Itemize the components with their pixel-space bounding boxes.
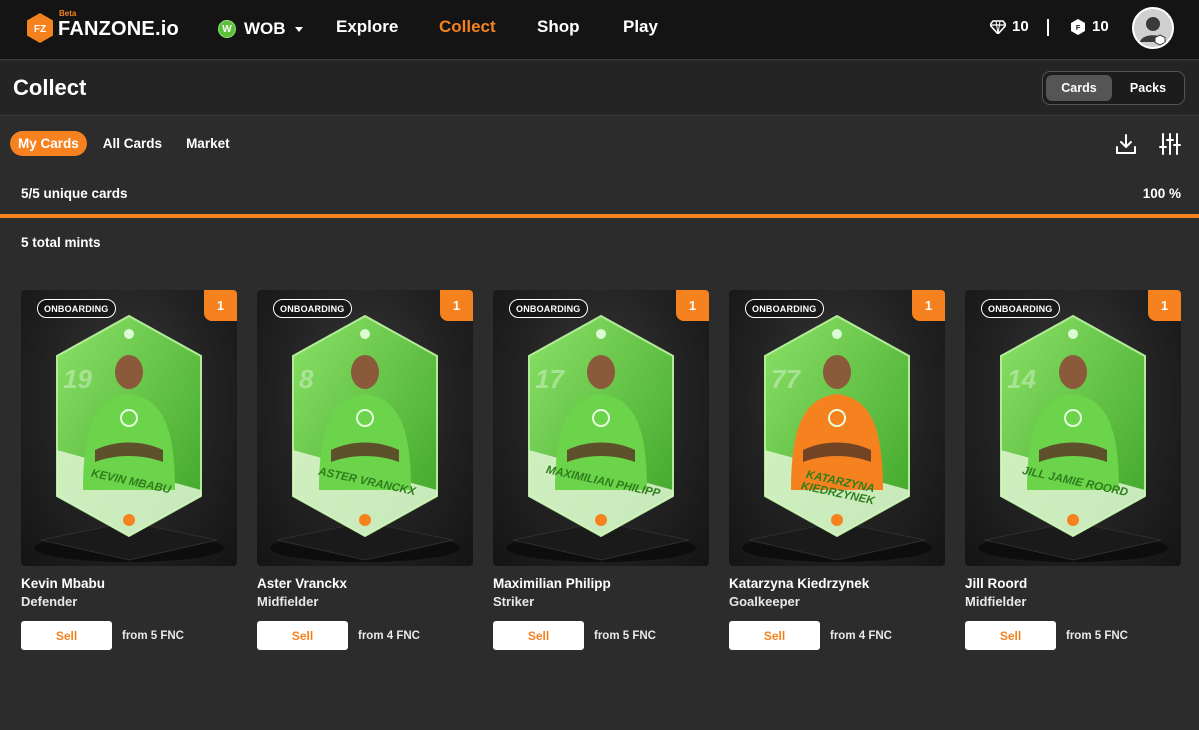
player-card: ONBOARDING 1 14 JILL JAMIE ROORD Jill Ro…	[965, 290, 1181, 650]
sell-row: Sell from 4 FNC	[257, 621, 473, 650]
tab-market[interactable]: Market	[178, 131, 238, 156]
jersey-number: 17	[535, 364, 564, 394]
player-card-art	[742, 314, 932, 562]
card-artwork[interactable]: ONBOARDING 1 17 MAXIMILIAN PHILIPP	[493, 290, 709, 566]
logo-text: FANZONE.io	[58, 18, 179, 40]
card-filter-tabs: My Cards All Cards Market	[10, 131, 238, 156]
sell-button[interactable]: Sell	[493, 621, 584, 650]
player-card-art	[506, 314, 696, 562]
unique-cards-label: 5/5 unique cards	[21, 186, 128, 201]
onboarding-badge: ONBOARDING	[273, 299, 352, 318]
player-card: ONBOARDING 1 19 KEVIN MBABU Kevin Mbabu …	[21, 290, 237, 650]
card-grid: ONBOARDING 1 19 KEVIN MBABU Kevin Mbabu …	[21, 290, 1181, 650]
card-artwork[interactable]: ONBOARDING 1 14 JILL JAMIE ROORD	[965, 290, 1181, 566]
card-artwork[interactable]: ONBOARDING 1 19 KEVIN MBABU	[21, 290, 237, 566]
onboarding-badge: ONBOARDING	[509, 299, 588, 318]
card-count-badge: 1	[440, 290, 473, 321]
player-position: Midfielder	[965, 594, 1027, 609]
player-name[interactable]: Aster Vranckx	[257, 576, 473, 591]
progress-bar-fill	[0, 214, 1199, 218]
nav-shop[interactable]: Shop	[537, 17, 580, 37]
card-artwork[interactable]: ONBOARDING 1 77 KATARZYNA KIEDRZYNEK	[729, 290, 945, 566]
nav-collect[interactable]: Collect	[439, 17, 496, 37]
coins-balance[interactable]: F 10	[1070, 18, 1109, 35]
onboarding-badge: ONBOARDING	[981, 299, 1060, 318]
player-position: Goalkeeper	[729, 594, 800, 609]
sell-button[interactable]: Sell	[729, 621, 820, 650]
diamond-icon	[990, 19, 1006, 34]
svg-text:FZ: FZ	[34, 24, 46, 35]
player-card: ONBOARDING 1 77 KATARZYNA KIEDRZYNEK Kat…	[729, 290, 945, 650]
jersey-number: 19	[63, 364, 92, 394]
coins-value: 10	[1092, 18, 1109, 35]
sell-row: Sell from 5 FNC	[493, 621, 709, 650]
player-card: ONBOARDING 1 8 ASTER VRANCKX Aster Vranc…	[257, 290, 473, 650]
gems-value: 10	[1012, 18, 1029, 35]
completion-percent: 100 %	[1142, 186, 1181, 201]
chevron-down-icon	[294, 26, 303, 32]
player-position: Striker	[493, 594, 535, 609]
price-label: from 5 FNC	[1066, 629, 1128, 642]
club-label: WOB	[244, 19, 286, 38]
collection-progress: 5/5 unique cards 100 %	[21, 186, 1181, 201]
jersey-number: 77	[771, 364, 800, 394]
gems-balance[interactable]: 10	[990, 18, 1029, 35]
svg-text:F: F	[1076, 25, 1081, 32]
sell-button[interactable]: Sell	[257, 621, 348, 650]
player-position: Midfielder	[257, 594, 319, 609]
sell-button[interactable]: Sell	[21, 621, 112, 650]
player-name[interactable]: Maximilian Philipp	[493, 576, 709, 591]
jersey-number: 8	[299, 364, 314, 394]
player-name[interactable]: Jill Roord	[965, 576, 1181, 591]
top-nav: FZ Beta FANZONE.io W WOB Explore Collect…	[0, 0, 1199, 60]
download-icon[interactable]	[1114, 132, 1138, 156]
total-mints-label: 5 total mints	[21, 235, 101, 250]
cards-packs-toggle: Cards Packs	[1042, 71, 1185, 105]
player-position: Defender	[21, 594, 78, 609]
card-artwork[interactable]: ONBOARDING 1 8 ASTER VRANCKX	[257, 290, 473, 566]
player-card-art	[978, 314, 1168, 562]
wallet-divider	[1047, 19, 1049, 36]
onboarding-badge: ONBOARDING	[745, 299, 824, 318]
card-count-badge: 1	[204, 290, 237, 321]
player-name[interactable]: Kevin Mbabu	[21, 576, 237, 591]
sell-row: Sell from 5 FNC	[21, 621, 237, 650]
card-count-badge: 1	[1148, 290, 1181, 321]
fz-logo-icon: FZ	[27, 13, 53, 43]
cards-toggle-button[interactable]: Cards	[1046, 75, 1112, 101]
card-count-badge: 1	[912, 290, 945, 321]
nav-play[interactable]: Play	[623, 17, 658, 37]
tab-all-cards[interactable]: All Cards	[95, 131, 170, 156]
sell-row: Sell from 5 FNC	[965, 621, 1181, 650]
club-badge-icon: W	[218, 20, 236, 38]
filter-sliders-icon[interactable]	[1158, 132, 1182, 156]
progress-bar	[0, 214, 1199, 218]
fz-coin-icon: F	[1071, 18, 1085, 35]
page-header: Collect Cards Packs	[0, 61, 1199, 116]
club-selector[interactable]: W WOB	[218, 17, 303, 41]
page-title: Collect	[13, 75, 87, 100]
price-label: from 5 FNC	[594, 629, 656, 642]
tab-my-cards[interactable]: My Cards	[10, 131, 87, 156]
price-label: from 5 FNC	[122, 629, 184, 642]
card-count-badge: 1	[676, 290, 709, 321]
onboarding-badge: ONBOARDING	[37, 299, 116, 318]
player-card-art	[270, 314, 460, 562]
price-label: from 4 FNC	[358, 629, 420, 642]
player-card: ONBOARDING 1 17 MAXIMILIAN PHILIPP Maxim…	[493, 290, 709, 650]
player-name[interactable]: Katarzyna Kiedrzynek	[729, 576, 945, 591]
beta-label: Beta	[59, 9, 77, 18]
user-avatar[interactable]	[1132, 7, 1174, 49]
player-card-art	[34, 314, 224, 562]
user-icon	[1134, 9, 1172, 47]
nav-explore[interactable]: Explore	[336, 17, 398, 37]
sell-row: Sell from 4 FNC	[729, 621, 945, 650]
price-label: from 4 FNC	[830, 629, 892, 642]
packs-toggle-button[interactable]: Packs	[1115, 75, 1181, 101]
jersey-number: 14	[1007, 364, 1036, 394]
sell-button[interactable]: Sell	[965, 621, 1056, 650]
